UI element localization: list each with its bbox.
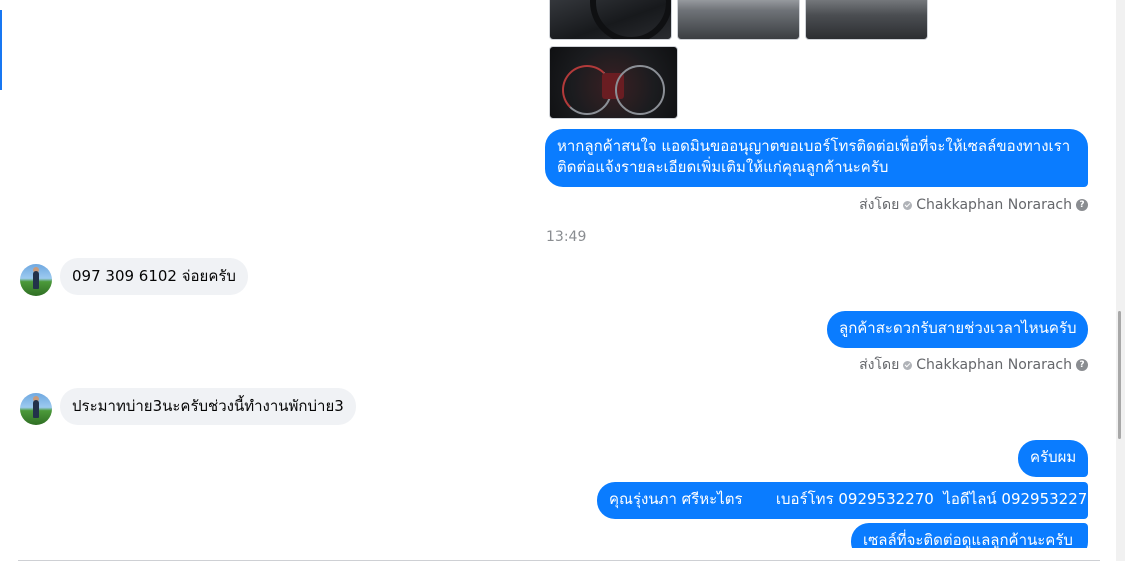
message-text-line2: ติดต่อแจ้งรายละเอียดเพิ่มเติมให้แก่คุณลู…	[557, 158, 889, 176]
attachment-photo-dashboard[interactable]	[549, 46, 678, 119]
incoming-message-bubble[interactable]: 097 309 6102 จ่อยครับ	[60, 258, 248, 295]
sent-by-prefix: ส่งโดย	[859, 197, 900, 213]
contact-avatar[interactable]	[20, 264, 52, 296]
outgoing-message-bubble[interactable]: คุณรุ่งนภา ศรีหะไตร เบอร์โทร 0929532270 …	[597, 482, 1097, 519]
vertical-scrollbar[interactable]	[1116, 0, 1125, 561]
sent-by-caption: ส่งโดย Chakkaphan Norarach ?	[859, 354, 1088, 376]
check-circle-icon	[903, 360, 913, 370]
check-circle-icon	[903, 200, 913, 210]
speedometer-graphic	[615, 65, 665, 115]
steering-wheel-graphic	[590, 0, 671, 39]
outgoing-message-bubble[interactable]: ครับผม	[1018, 440, 1088, 477]
outgoing-message-bubble[interactable]: หากลูกค้าสนใจ แอดมินขออนุญาตขอเบอร์โทรติ…	[545, 129, 1088, 187]
attachment-photo-seats[interactable]	[677, 0, 800, 40]
attachment-photo-steering[interactable]	[549, 0, 672, 40]
sender-name[interactable]: Chakkaphan Norarach	[916, 197, 1072, 213]
message-text-line1: หากลูกค้าสนใจ แอดมินขออนุญาตขอเบอร์โทรติ…	[557, 137, 1071, 155]
message-thread: หากลูกค้าสนใจ แอดมินขออนุญาตขอเบอร์โทรติ…	[0, 0, 1110, 548]
contact-avatar[interactable]	[20, 393, 52, 425]
sent-by-prefix: ส่งโดย	[859, 357, 900, 373]
sent-by-caption: ส่งโดย Chakkaphan Norarach ?	[859, 194, 1088, 216]
question-circle-icon[interactable]: ?	[1076, 199, 1088, 211]
attachment-photo-console[interactable]	[805, 0, 928, 40]
avatar-figure	[33, 271, 39, 289]
incoming-message-bubble[interactable]: ประมาทบ่าย3นะครับช่วงนี้ทำงานพักบ่าย3	[60, 388, 356, 425]
outgoing-message-bubble[interactable]: เซลล์ที่จะติดต่อดูแลลูกค้านะครับ	[851, 523, 1088, 548]
sender-name[interactable]: Chakkaphan Norarach	[916, 357, 1072, 373]
scrollbar-thumb[interactable]	[1118, 311, 1121, 439]
question-circle-icon[interactable]: ?	[1076, 359, 1088, 371]
avatar-figure	[33, 400, 39, 418]
message-timestamp: 13:49	[546, 229, 587, 245]
outgoing-message-bubble[interactable]: ลูกค้าสะดวกรับสายช่วงเวลาไหนครับ	[827, 311, 1088, 348]
